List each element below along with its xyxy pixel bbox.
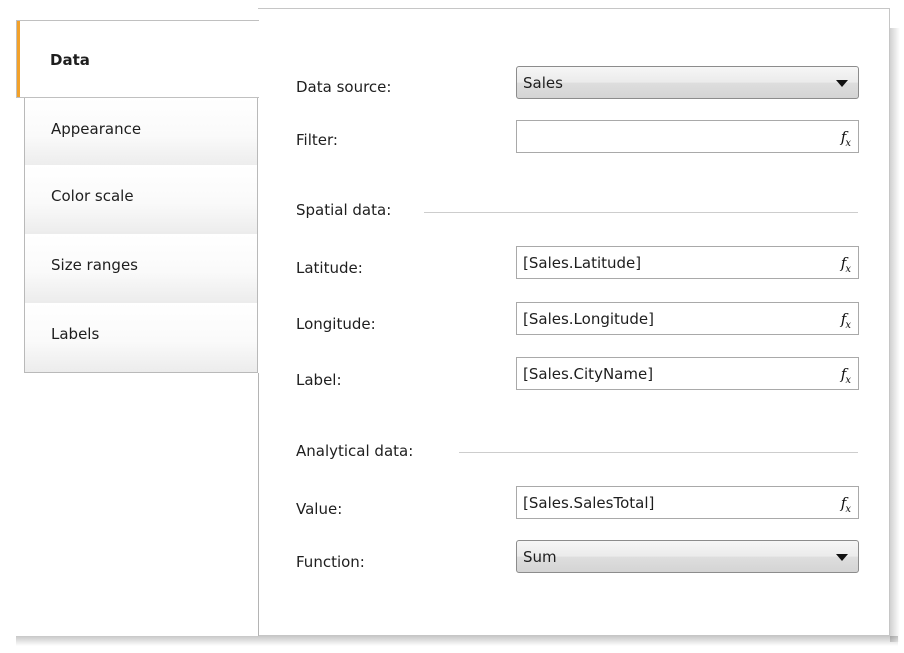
data-source-value: Sales <box>523 74 563 92</box>
chevron-down-icon <box>836 554 848 561</box>
analytical-data-header: Analytical data: <box>296 442 424 460</box>
chevron-down-icon <box>836 80 848 87</box>
function-label: Function: <box>296 553 365 571</box>
tab-content-data: Data source: Sales Filter: fx Spatial da… <box>259 8 890 636</box>
latitude-value: [Sales.Latitude] <box>523 254 642 272</box>
filter-input[interactable]: fx <box>516 120 859 153</box>
label-value: [Sales.CityName] <box>523 365 654 383</box>
fx-icon[interactable]: fx <box>841 254 851 275</box>
fx-icon[interactable]: fx <box>841 128 851 149</box>
filter-label: Filter: <box>296 131 338 149</box>
function-value: Sum <box>523 548 557 566</box>
value-value: [Sales.SalesTotal] <box>523 494 655 512</box>
tab-data[interactable]: Data <box>16 20 259 98</box>
tab-label: Labels <box>51 325 100 343</box>
tab-color-scale[interactable]: Color scale <box>24 165 258 235</box>
label-input[interactable]: [Sales.CityName] fx <box>516 357 859 390</box>
label-field-label: Label: <box>296 371 342 389</box>
tab-label: Color scale <box>51 187 134 205</box>
latitude-input[interactable]: [Sales.Latitude] fx <box>516 246 859 279</box>
longitude-input[interactable]: [Sales.Longitude] fx <box>516 302 859 335</box>
fx-icon[interactable]: fx <box>841 365 851 386</box>
data-source-label: Data source: <box>296 78 392 96</box>
tab-label: Appearance <box>51 120 142 138</box>
value-label: Value: <box>296 500 343 518</box>
tab-appearance[interactable]: Appearance <box>24 98 258 168</box>
fx-icon[interactable]: fx <box>841 310 851 331</box>
latitude-label: Latitude: <box>296 259 363 277</box>
tab-labels[interactable]: Labels <box>24 303 258 373</box>
spatial-separator <box>424 212 858 213</box>
window-shadow-bottom <box>16 636 898 646</box>
longitude-label: Longitude: <box>296 315 376 333</box>
longitude-value: [Sales.Longitude] <box>523 310 655 328</box>
analytical-separator <box>459 452 858 453</box>
value-input[interactable]: [Sales.SalesTotal] fx <box>516 486 859 519</box>
data-source-select[interactable]: Sales <box>516 66 859 99</box>
window-shadow-right <box>890 28 900 642</box>
spatial-data-header: Spatial data: <box>296 201 402 219</box>
function-select[interactable]: Sum <box>516 540 859 573</box>
fx-icon[interactable]: fx <box>841 494 851 515</box>
tab-label: Data <box>50 51 90 69</box>
tab-label: Size ranges <box>51 256 138 274</box>
active-tab-accent <box>17 21 20 97</box>
tab-size-ranges[interactable]: Size ranges <box>24 234 258 304</box>
